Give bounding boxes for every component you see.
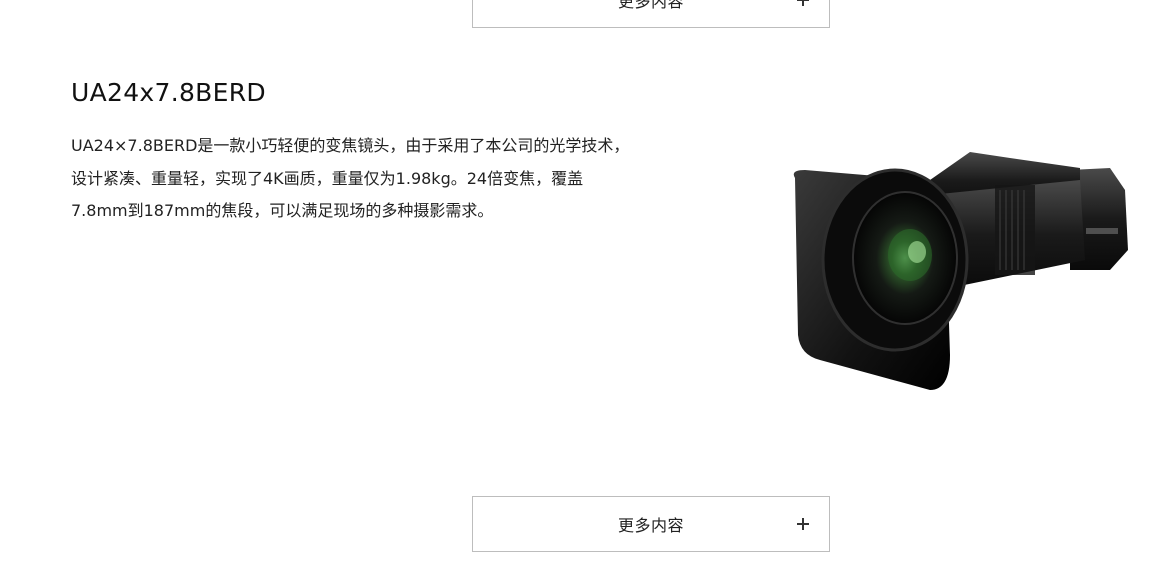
product-title: UA24x7.8BERD bbox=[71, 78, 266, 107]
plus-icon bbox=[797, 518, 809, 530]
product-description: UA24×7.8BERD是一款小巧轻便的变焦镜头，由于采用了本公司的光学技术，设… bbox=[71, 136, 630, 220]
plus-icon bbox=[797, 0, 809, 6]
more-content-label: 更多内容 bbox=[617, 0, 684, 11]
camera-lens-image bbox=[780, 140, 1130, 400]
more-content-button-top[interactable]: 更多内容 bbox=[472, 0, 830, 28]
more-content-button-bottom[interactable]: 更多内容 bbox=[472, 496, 830, 552]
more-content-label: 更多内容 bbox=[617, 516, 684, 535]
